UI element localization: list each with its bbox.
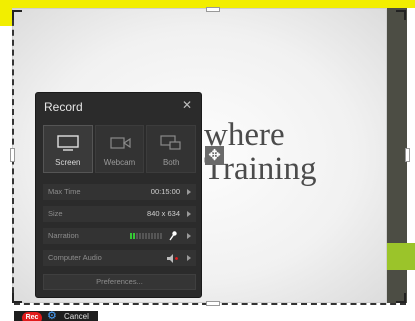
meter-bar [157, 233, 159, 239]
close-icon[interactable]: ✕ [182, 98, 192, 112]
source-screen-label: Screen [55, 158, 81, 167]
cancel-button[interactable]: Cancel [64, 312, 89, 321]
source-webcam-button[interactable]: Webcam [94, 125, 145, 173]
screen-and-webcam-icon [160, 135, 181, 150]
webcam-icon [109, 137, 131, 149]
capture-resize-handle-top[interactable] [206, 7, 220, 12]
capture-corner-top-left[interactable] [12, 10, 22, 20]
max-time-value: 00:15:00 [150, 187, 180, 196]
monitor-icon [57, 135, 79, 151]
window-edge [407, 8, 415, 243]
max-time-label: Max Time [48, 187, 81, 196]
record-panel: Record ✕ Screen Webcam Both Max Time 00:… [35, 92, 202, 298]
meter-bar [160, 233, 162, 239]
meter-bar [145, 233, 147, 239]
capture-corner-bottom-left[interactable] [12, 293, 22, 303]
slide-green-accent [387, 243, 415, 270]
meter-bar [139, 233, 141, 239]
meter-bar [154, 233, 156, 239]
preferences-button[interactable]: Preferences... [43, 274, 196, 290]
setting-computer-audio[interactable]: Computer Audio [43, 250, 196, 266]
chevron-right-icon [187, 255, 191, 261]
source-webcam-label: Webcam [103, 158, 136, 167]
source-both-label: Both [162, 158, 180, 167]
gear-icon[interactable]: ⚙ [47, 310, 59, 321]
size-value: 840 x 634 [147, 209, 180, 218]
source-both-button[interactable]: Both [146, 125, 197, 173]
capture-resize-handle-left[interactable] [10, 148, 15, 162]
microphone-icon [169, 231, 177, 241]
setting-narration[interactable]: Narration [43, 228, 196, 244]
chevron-right-icon [187, 189, 191, 195]
setting-size[interactable]: Size 840 x 634 [43, 206, 196, 222]
source-screen-button[interactable]: Screen [43, 125, 93, 173]
meter-bar [133, 233, 135, 239]
meter-bar [136, 233, 138, 239]
meter-bar [151, 233, 153, 239]
rec-button[interactable]: Rec [22, 312, 42, 321]
record-source-selector: Screen Webcam Both [43, 125, 197, 173]
panel-title: Record [44, 100, 83, 114]
meter-bar [130, 233, 132, 239]
speaker-muted-icon [167, 254, 178, 263]
capture-resize-handle-right[interactable] [405, 148, 410, 162]
chevron-right-icon [187, 211, 191, 217]
meter-bar [142, 233, 144, 239]
narration-label: Narration [48, 231, 79, 240]
computer-audio-label: Computer Audio [48, 253, 102, 262]
size-label: Size [48, 209, 63, 218]
capture-corner-bottom-right[interactable] [396, 293, 406, 303]
capture-corner-top-right[interactable] [396, 10, 406, 20]
narration-level-meter [130, 233, 162, 239]
move-arrows-icon[interactable]: ✥ [205, 146, 224, 165]
setting-max-time[interactable]: Max Time 00:15:00 [43, 184, 196, 200]
chevron-right-icon [187, 233, 191, 239]
meter-bar [148, 233, 150, 239]
capture-resize-handle-bottom[interactable] [206, 301, 220, 306]
